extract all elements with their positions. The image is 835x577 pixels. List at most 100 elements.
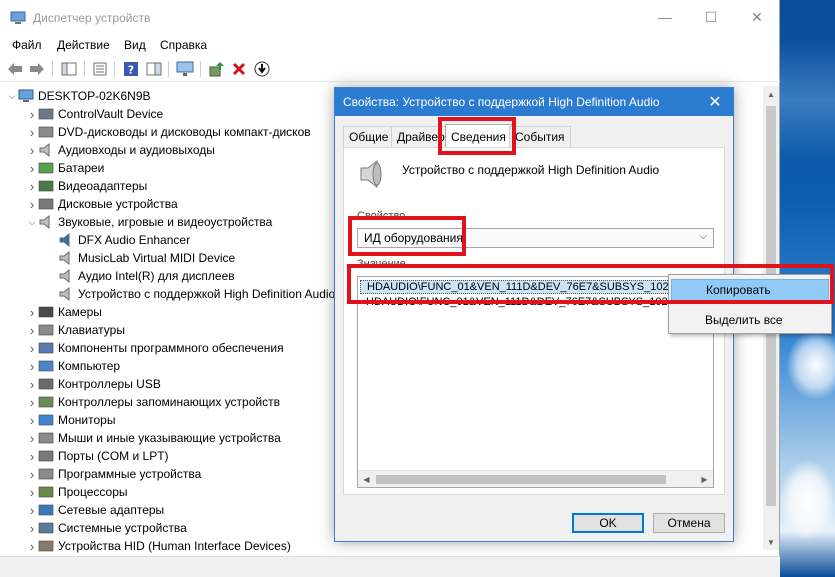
- tree-item[interactable]: › Компоненты программного обеспечения: [26, 339, 284, 357]
- scroll-left-icon[interactable]: ◀: [358, 471, 375, 487]
- close-icon: ✕: [751, 8, 763, 25]
- chevron-right-icon[interactable]: ›: [26, 159, 38, 177]
- tree-item[interactable]: › Контроллеры запоминающих устройств: [26, 393, 280, 411]
- chevron-right-icon[interactable]: ›: [26, 177, 38, 195]
- download-arrow-icon: [254, 61, 270, 77]
- monitor-scan-icon: [176, 61, 194, 76]
- enable-device-button[interactable]: [253, 60, 271, 78]
- tree-item[interactable]: ⌵ Звуковые, игровые и видеоустройства: [26, 213, 272, 231]
- update-driver-button[interactable]: [207, 60, 225, 78]
- action-pane-button[interactable]: [145, 60, 163, 78]
- tree-item[interactable]: › ControlVault Device: [26, 105, 163, 123]
- scroll-thumb[interactable]: [376, 475, 666, 484]
- minimize-button[interactable]: —: [642, 0, 688, 34]
- tree-item-label: ControlVault Device: [58, 107, 164, 121]
- tree-item[interactable]: Аудио Intel(R) для дисплеев: [46, 267, 235, 285]
- chevron-right-icon[interactable]: ›: [26, 501, 38, 519]
- chevron-right-icon[interactable]: ›: [26, 411, 38, 429]
- chevron-right-icon[interactable]: ›: [26, 195, 38, 213]
- back-arrow-icon: [8, 63, 22, 75]
- tree-item[interactable]: › Мыши и иные указывающие устройства: [26, 429, 281, 447]
- uninstall-device-button[interactable]: [230, 60, 248, 78]
- tree-item[interactable]: › Камеры: [26, 303, 102, 321]
- chevron-right-icon[interactable]: ›: [26, 393, 38, 411]
- menu-item-select-all[interactable]: Выделить все: [671, 309, 829, 331]
- chevron-down-icon[interactable]: ⌵: [6, 87, 18, 105]
- tree-item[interactable]: MusicLab Virtual MIDI Device: [46, 249, 235, 267]
- scan-hardware-button[interactable]: [176, 60, 194, 78]
- value-list[interactable]: HDAUDIO\FUNC_01&VEN_111D&DEV_76E7&SUBSYS…: [357, 276, 714, 488]
- chevron-right-icon[interactable]: ›: [26, 123, 38, 141]
- help-icon: ?: [124, 62, 138, 77]
- tab-events[interactable]: События: [509, 126, 571, 147]
- tree-item[interactable]: › Системные устройства: [26, 519, 187, 537]
- ok-button[interactable]: OK: [572, 513, 644, 533]
- tree-item[interactable]: › Батареи: [26, 159, 105, 177]
- close-button[interactable]: ✕: [734, 0, 780, 34]
- tree-item-label: Процессоры: [58, 485, 128, 499]
- tree-item[interactable]: › Программные устройства: [26, 465, 201, 483]
- tree-item[interactable]: › Порты (COM и LPT): [26, 447, 169, 465]
- forward-button[interactable]: [28, 60, 46, 78]
- properties-button[interactable]: [91, 60, 109, 78]
- chevron-right-icon[interactable]: ›: [26, 537, 38, 555]
- tree-item[interactable]: › Сетевые адаптеры: [26, 501, 164, 519]
- menu-file[interactable]: Файл: [12, 38, 42, 52]
- chevron-right-icon[interactable]: ›: [26, 465, 38, 483]
- tree-item-label: Аудио Intel(R) для дисплеев: [78, 269, 235, 283]
- tree-item-label: Видеоадаптеры: [58, 179, 148, 193]
- tree-item[interactable]: › Аудиовходы и аудиовыходы: [26, 141, 215, 159]
- chevron-right-icon[interactable]: ›: [26, 429, 38, 447]
- chevron-right-icon[interactable]: ›: [26, 447, 38, 465]
- back-button[interactable]: [6, 60, 24, 78]
- tree-item[interactable]: › Компьютер: [26, 357, 120, 375]
- maximize-button[interactable]: ☐: [688, 0, 734, 34]
- scroll-down-icon[interactable]: ▼: [763, 534, 779, 550]
- tree-item[interactable]: DFX Audio Enhancer: [46, 231, 190, 249]
- tree-item-label: MusicLab Virtual MIDI Device: [78, 251, 236, 265]
- cancel-button[interactable]: Отмена: [653, 513, 725, 533]
- tree-item[interactable]: › DVD-дисководы и дисководы компакт-диско…: [26, 123, 311, 141]
- chevron-right-icon[interactable]: ›: [26, 375, 38, 393]
- tab-label: Общие: [349, 130, 389, 144]
- scroll-right-icon[interactable]: ▶: [696, 471, 713, 487]
- menu-action[interactable]: Действие: [57, 38, 110, 52]
- tree-item[interactable]: › Клавиатуры: [26, 321, 125, 339]
- chevron-right-icon[interactable]: ›: [26, 519, 38, 537]
- tree-item[interactable]: › Видеоадаптеры: [26, 177, 147, 195]
- tree-item[interactable]: › Мониторы: [26, 411, 116, 429]
- help-button[interactable]: ?: [122, 60, 140, 78]
- dialog-titlebar[interactable]: Свойства: Устройство с поддержкой High D…: [335, 88, 733, 116]
- menu-view[interactable]: Вид: [124, 38, 146, 52]
- tree-item[interactable]: › Устройства HID (Human Interface Devices…: [26, 537, 291, 555]
- chevron-down-icon[interactable]: ⌵: [26, 213, 38, 231]
- chevron-right-icon[interactable]: ›: [26, 303, 38, 321]
- wallpaper-light-strip: [776, 40, 835, 160]
- chevron-right-icon[interactable]: ›: [26, 339, 38, 357]
- menu-help[interactable]: Справка: [160, 38, 207, 52]
- menu-bar: Файл Действие Вид Справка: [0, 36, 780, 56]
- chevron-right-icon[interactable]: ›: [26, 357, 38, 375]
- tree-item[interactable]: Устройство с поддержкой High Definition …: [46, 285, 335, 303]
- chevron-right-icon[interactable]: ›: [26, 483, 38, 501]
- tree-root[interactable]: ⌵ DESKTOP-02K6N9B: [6, 87, 151, 105]
- minimize-icon: —: [658, 9, 672, 25]
- wallpaper-cloud: [786, 330, 835, 400]
- chevron-right-icon[interactable]: ›: [26, 105, 38, 123]
- tree-item-label: Программные устройства: [58, 467, 202, 481]
- tab-general[interactable]: Общие: [343, 126, 395, 147]
- tree-item-label: DVD-дисководы и дисководы компакт-дисков: [58, 125, 311, 139]
- chevron-right-icon[interactable]: ›: [26, 321, 38, 339]
- show-hide-tree-button[interactable]: [60, 60, 78, 78]
- cancel-label: Отмена: [667, 516, 711, 530]
- window-titlebar[interactable]: Диспетчер устройств — ☐ ✕: [0, 0, 780, 36]
- tree-item[interactable]: › Процессоры: [26, 483, 128, 501]
- keyboard-icon: [38, 324, 54, 336]
- tree-item[interactable]: › Контроллеры USB: [26, 375, 161, 393]
- value-horizontal-scrollbar[interactable]: ◀ ▶: [358, 470, 713, 487]
- chevron-right-icon[interactable]: ›: [26, 141, 38, 159]
- speaker-icon: [59, 251, 70, 265]
- tree-item[interactable]: › Дисковые устройства: [26, 195, 178, 213]
- dialog-close-button[interactable]: ✕: [705, 92, 725, 112]
- scroll-up-icon[interactable]: ▲: [763, 86, 779, 102]
